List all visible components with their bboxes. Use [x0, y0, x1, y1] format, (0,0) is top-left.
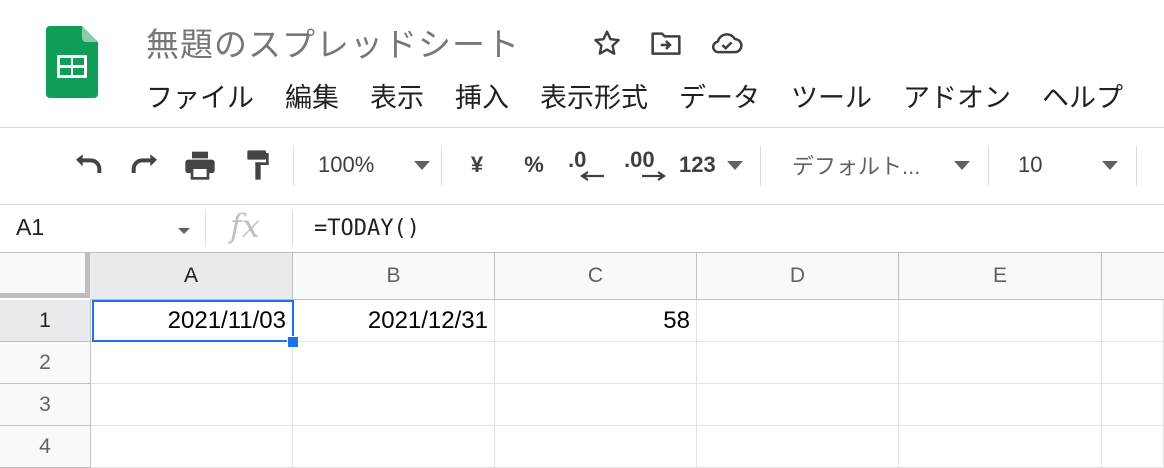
cell-b4[interactable]	[293, 426, 495, 468]
menu-view[interactable]: 表示	[370, 80, 424, 116]
cell-c2[interactable]	[495, 342, 697, 384]
arrow-left-icon	[580, 171, 604, 181]
header-divider	[0, 127, 1164, 128]
row-header-3[interactable]: 3	[0, 384, 91, 426]
column-header-c[interactable]: C	[495, 253, 697, 300]
cell-f4[interactable]	[1102, 426, 1164, 468]
cell-c1[interactable]: 58	[495, 300, 697, 342]
arrow-right-icon	[642, 171, 666, 181]
toolbar-separator	[760, 146, 761, 186]
name-box[interactable]: A1	[16, 214, 44, 241]
cell-d2[interactable]	[697, 342, 899, 384]
toolbar-divider	[0, 204, 1164, 205]
percent-format-button[interactable]: %	[518, 145, 550, 185]
name-box-dropdown-icon[interactable]	[178, 228, 190, 234]
undo-icon[interactable]	[68, 145, 108, 185]
row-header-1[interactable]: 1	[0, 300, 91, 342]
print-icon[interactable]	[180, 145, 220, 185]
column-header-e[interactable]: E	[899, 253, 1102, 300]
cell-b2[interactable]	[293, 342, 495, 384]
fill-handle[interactable]	[287, 336, 299, 348]
zoom-select[interactable]: 100%	[318, 145, 430, 185]
menu-format[interactable]: 表示形式	[540, 80, 648, 116]
increase-decimal-label: .00	[624, 147, 655, 172]
cell-c3[interactable]	[495, 384, 697, 426]
select-all-corner[interactable]	[0, 253, 90, 298]
menu-data[interactable]: データ	[679, 80, 760, 116]
toolbar-separator	[293, 146, 294, 186]
chevron-down-icon	[727, 160, 743, 170]
menu-addons[interactable]: アドオン	[903, 80, 1011, 116]
toolbar-separator	[988, 146, 989, 186]
decrease-decimal-label: .0	[568, 147, 587, 172]
font-family-select[interactable]: デフォルト...	[792, 145, 970, 185]
cloud-saved-icon[interactable]	[710, 26, 744, 60]
cell-f2[interactable]	[1102, 342, 1164, 384]
cell-e3[interactable]	[899, 384, 1102, 426]
chevron-down-icon	[1102, 160, 1118, 170]
menu-tools[interactable]: ツール	[791, 80, 872, 116]
currency-label: ¥	[470, 152, 484, 177]
toolbar-separator	[1136, 146, 1137, 186]
cell-e4[interactable]	[899, 426, 1102, 468]
cell-a3[interactable]	[91, 384, 293, 426]
cell-f3[interactable]	[1102, 384, 1164, 426]
paint-format-icon[interactable]	[238, 145, 278, 185]
move-to-folder-icon[interactable]	[649, 26, 683, 60]
formula-input[interactable]: =TODAY()	[314, 216, 420, 241]
chevron-down-icon	[414, 160, 430, 170]
cell-e2[interactable]	[899, 342, 1102, 384]
sheet-grid: A B C D E 1 2 3 4 2021/11/03 2021/12/31 …	[0, 253, 1164, 468]
cell-a2[interactable]	[91, 342, 293, 384]
column-header-f[interactable]	[1102, 253, 1164, 300]
font-size-select[interactable]: 10	[1018, 145, 1118, 185]
font-size-value: 10	[1018, 152, 1043, 177]
column-header-a[interactable]: A	[90, 253, 293, 300]
document-title[interactable]: 無題のスプレッドシート	[146, 18, 520, 66]
sheets-logo-icon[interactable]	[46, 26, 98, 98]
menu-edit[interactable]: 編集	[285, 80, 339, 116]
percent-label: %	[524, 152, 544, 177]
toolbar-separator	[441, 146, 442, 186]
row-header-2[interactable]: 2	[0, 342, 91, 384]
more-formats-label: 123	[679, 152, 716, 177]
cell-d4[interactable]	[697, 426, 899, 468]
menu-file[interactable]: ファイル	[146, 80, 254, 116]
column-header-d[interactable]: D	[697, 253, 899, 300]
row-header-4[interactable]: 4	[0, 426, 91, 468]
cell-e1[interactable]	[899, 300, 1102, 342]
decrease-decimal-button[interactable]: .0	[568, 145, 608, 185]
cell-a4[interactable]	[91, 426, 293, 468]
active-cell-selection	[92, 300, 294, 342]
currency-format-button[interactable]: ¥	[462, 145, 492, 185]
menu-insert[interactable]: 挿入	[455, 80, 509, 116]
zoom-value: 100%	[318, 152, 375, 177]
cell-d1[interactable]	[697, 300, 899, 342]
font-family-value: デフォルト...	[792, 154, 921, 179]
cell-c4[interactable]	[495, 426, 697, 468]
cell-b3[interactable]	[293, 384, 495, 426]
more-formats-button[interactable]: 123	[679, 145, 743, 185]
formula-bar-separator	[292, 210, 293, 246]
star-icon[interactable]	[590, 26, 624, 60]
cell-b1[interactable]: 2021/12/31	[293, 300, 495, 342]
menu-bar: ファイル 編集 表示 挿入 表示形式 データ ツール アドオン ヘルプ	[146, 80, 1154, 116]
cell-f1[interactable]	[1102, 300, 1164, 342]
formula-bar-separator	[205, 210, 206, 246]
chevron-down-icon	[954, 160, 970, 170]
increase-decimal-button[interactable]: .00	[624, 145, 668, 185]
redo-icon[interactable]	[125, 145, 165, 185]
column-header-b[interactable]: B	[293, 253, 495, 300]
menu-help[interactable]: ヘルプ	[1042, 80, 1123, 116]
cell-d3[interactable]	[697, 384, 899, 426]
fx-icon: fx	[230, 207, 260, 245]
